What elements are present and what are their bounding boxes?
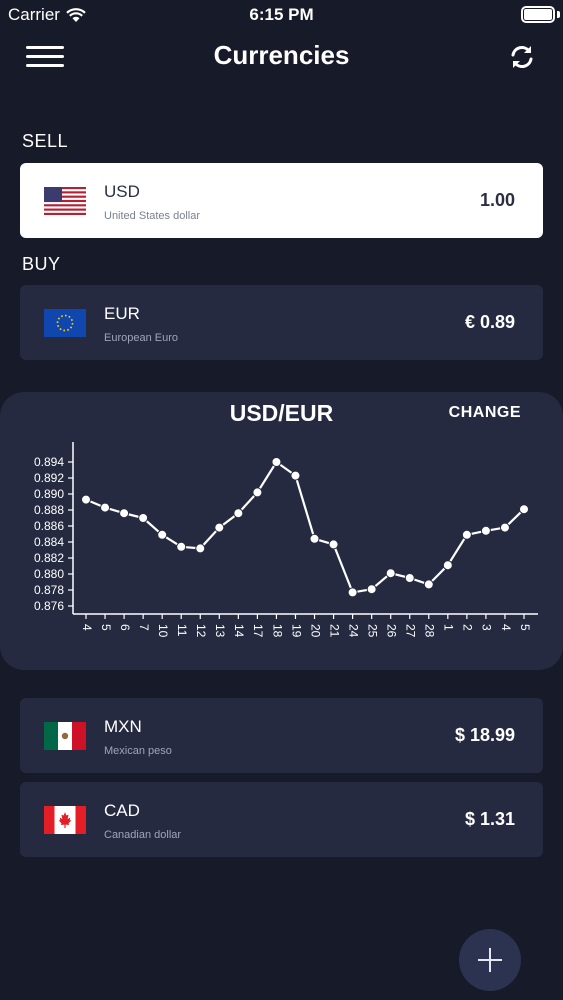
rate-line-chart: 0.876 0.878 0.880 0.882 0.884 0.886 0.888 0.890… (34, 442, 538, 638)
data-point (138, 513, 149, 523)
data-point (404, 573, 415, 583)
data-point (195, 543, 206, 554)
data-point (100, 502, 111, 513)
canada-flag-icon (44, 806, 86, 834)
data-point (423, 579, 434, 590)
battery-cap (557, 11, 560, 18)
y-tick-label: 0.882 (34, 551, 64, 565)
data-point (347, 587, 358, 598)
data-point (81, 494, 91, 505)
x-tick-label: 14 (232, 624, 246, 638)
currency-name: European Euro (104, 332, 178, 344)
currency-name: Canadian dollar (104, 829, 182, 841)
clock: 6:15 PM (249, 5, 314, 24)
x-tick-label: 27 (404, 624, 418, 638)
y-tick-label: 0.892 (34, 471, 64, 485)
x-tick-label: 26 (385, 624, 399, 638)
x-tick-label: 3 (480, 624, 494, 631)
data-point (442, 560, 453, 571)
y-tick-label: 0.894 (34, 455, 64, 469)
x-tick-label: 21 (327, 624, 341, 638)
y-tick-label: 0.880 (34, 567, 64, 581)
currency-value: 1.00 (479, 190, 515, 210)
data-point (290, 470, 301, 481)
currency-name: Mexican peso (104, 745, 172, 757)
series-line (85, 460, 525, 594)
data-point (366, 584, 377, 595)
data-point (309, 533, 320, 544)
x-tick-label: 19 (289, 624, 303, 638)
data-point (385, 568, 396, 579)
data-point (328, 539, 339, 550)
eu-flag-icon (44, 309, 86, 337)
y-tick-label: 0.886 (34, 519, 64, 533)
x-tick-label: 18 (270, 624, 284, 638)
y-tick-label: 0.876 (34, 599, 64, 613)
buy-currency-card[interactable]: EUR European Euro € 0.89 (20, 285, 543, 360)
x-tick-label: 13 (213, 624, 227, 638)
x-tick-label: 5 (99, 624, 113, 631)
data-point (157, 529, 168, 540)
currency-value: $ 18.99 (454, 725, 515, 745)
data-point (233, 508, 244, 519)
data-point (176, 541, 187, 552)
data-point (214, 522, 225, 533)
y-tick-label: 0.890 (34, 487, 64, 501)
currency-card-cad[interactable]: CAD Canadian dollar $ 1.31 (20, 782, 543, 857)
data-point (461, 529, 472, 540)
mexico-flag-icon (44, 722, 86, 750)
x-tick-label: 12 (194, 624, 208, 638)
currency-code: USD (104, 182, 140, 201)
x-tick-label: 25 (365, 624, 379, 638)
data-point (252, 487, 263, 498)
x-tick-label: 2 (461, 624, 475, 631)
y-tick-label: 0.884 (34, 535, 64, 549)
currency-value: € 0.89 (464, 312, 515, 332)
battery-icon (521, 6, 555, 23)
x-tick-label: 11 (175, 624, 189, 637)
sell-label: SELL (22, 131, 69, 151)
currency-code: MXN (104, 717, 142, 736)
data-point (519, 504, 529, 515)
x-tick-label: 10 (156, 624, 170, 638)
add-currency-button[interactable] (459, 929, 521, 991)
x-tick-label: 20 (308, 624, 322, 638)
x-tick-label: 4 (80, 624, 94, 631)
nav-bar: Currencies (0, 30, 563, 86)
currency-name: United States dollar (104, 210, 200, 222)
x-tick-label: 4 (499, 624, 513, 631)
y-tick-label: 0.878 (34, 583, 64, 597)
currency-value: $ 1.31 (464, 809, 515, 829)
y-tick-label: 0.888 (34, 503, 64, 517)
x-tick-label: 7 (137, 624, 151, 631)
data-point (480, 525, 491, 536)
data-point (271, 457, 282, 467)
us-flag-icon (44, 187, 86, 215)
x-tick-label: 6 (118, 624, 132, 631)
rate-chart-panel: 0.876 0.878 0.880 0.882 0.884 0.886 0.888 0.890… (0, 392, 563, 670)
change-button[interactable]: CHANGE (449, 404, 521, 422)
currency-code: EUR (104, 304, 140, 323)
data-point (119, 508, 130, 519)
page-title: Currencies (213, 40, 350, 70)
x-tick-label: 5 (518, 624, 532, 631)
x-tick-label: 17 (251, 624, 265, 638)
x-tick-label: 28 (423, 624, 437, 638)
buy-label: BUY (22, 254, 61, 274)
sell-currency-card[interactable]: USD United States dollar 1.00 (20, 163, 543, 238)
currency-code: CAD (104, 801, 140, 820)
status-bar: Carrier 6:15 PM (0, 0, 563, 30)
x-tick-label: 24 (346, 624, 360, 638)
refresh-icon[interactable] (507, 42, 537, 72)
currency-card-mxn[interactable]: MXN Mexican peso $ 18.99 (20, 698, 543, 773)
data-point (499, 522, 510, 533)
x-tick-label: 1 (442, 624, 456, 631)
